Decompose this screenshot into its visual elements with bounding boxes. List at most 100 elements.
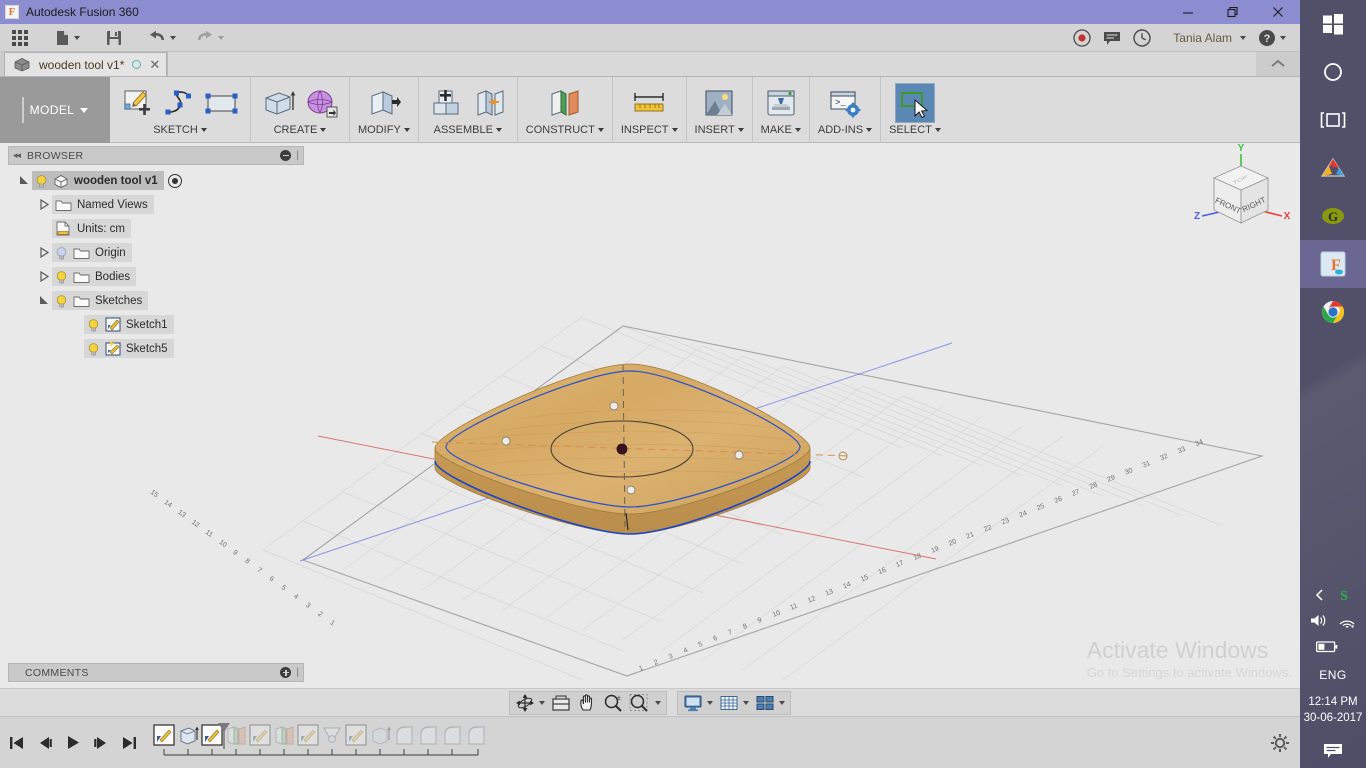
activate-component-radio[interactable]	[167, 173, 182, 188]
tree-row-named-views[interactable]: Named Views	[8, 195, 304, 214]
tree-row-units[interactable]: Units: cm	[8, 219, 304, 238]
tree-row-origin[interactable]: Origin	[8, 243, 304, 262]
comments-icon[interactable]	[1097, 24, 1127, 52]
tree-item-named-views[interactable]: Named Views	[52, 195, 154, 214]
create-sketch-icon[interactable]	[118, 83, 158, 123]
clock-button[interactable]: 12:14 PM 30-06-2017	[1300, 688, 1366, 734]
new-component-icon[interactable]	[427, 83, 467, 123]
timeline-settings-button[interactable]	[1270, 733, 1290, 758]
redo-button[interactable]	[190, 24, 230, 52]
twisty-closed-icon[interactable]	[36, 247, 52, 258]
volume-icon[interactable]	[1310, 613, 1328, 633]
ribbon-group-label[interactable]: CONSTRUCT	[526, 124, 604, 136]
browser-collapse-icon[interactable]: ◂◂	[13, 150, 21, 161]
app-grid-icon[interactable]	[6, 24, 34, 52]
tree-row-sketches[interactable]: Sketches	[8, 291, 304, 310]
fit-button[interactable]	[626, 692, 664, 714]
ribbon-group-label[interactable]: INSPECT	[621, 124, 678, 136]
user-menu[interactable]: Tania Alam	[1157, 24, 1252, 52]
close-tab-icon[interactable]: ✕	[149, 58, 160, 71]
zoom-button[interactable]: ±	[600, 692, 626, 714]
step-forward-button[interactable]	[92, 732, 110, 754]
task-view-button[interactable]	[1300, 96, 1366, 144]
save-button[interactable]	[100, 24, 128, 52]
battery-icon[interactable]	[1315, 640, 1338, 658]
skype-tray-icon[interactable]: S	[1336, 587, 1352, 608]
offset-plane-icon[interactable]	[545, 83, 585, 123]
view-cube[interactable]: Y Z X FRONT RIGHT TOP	[1186, 143, 1296, 248]
tree-item-bodies[interactable]: Bodies	[52, 267, 137, 286]
3d-print-icon[interactable]	[761, 83, 801, 123]
press-pull-icon[interactable]	[364, 83, 404, 123]
extrude-icon[interactable]	[259, 83, 299, 123]
timeline-features[interactable]	[152, 722, 492, 765]
go-to-beginning-button[interactable]	[8, 732, 26, 754]
maximize-button[interactable]	[1210, 0, 1255, 24]
step-back-button[interactable]	[36, 732, 54, 754]
ribbon-group-label[interactable]: ASSEMBLE	[434, 124, 502, 136]
ribbon-group-label[interactable]: INSERT	[695, 124, 744, 136]
green-app-button[interactable]: G	[1300, 192, 1366, 240]
viewports-button[interactable]	[752, 692, 788, 714]
comments-panel[interactable]: COMMENTS |	[8, 663, 304, 682]
input-language-button[interactable]: ENG	[1300, 662, 1366, 688]
ribbon-group-label[interactable]: SKETCH	[153, 124, 207, 136]
workspace-switcher[interactable]: MODEL	[0, 77, 110, 143]
twisty-closed-icon[interactable]	[36, 271, 52, 282]
tree-item-units[interactable]: Units: cm	[52, 219, 131, 238]
timeline-track[interactable]	[152, 722, 492, 765]
measure-icon[interactable]	[629, 83, 669, 123]
add-comment-button[interactable]	[280, 667, 292, 678]
orbit-button[interactable]	[512, 692, 548, 714]
action-center-button[interactable]	[1300, 734, 1366, 768]
browser-minimize-icon[interactable]	[280, 150, 292, 161]
collapse-ribbon-button[interactable]	[1256, 52, 1300, 76]
chrome-taskbar-button[interactable]	[1300, 288, 1366, 336]
network-icon[interactable]	[1338, 613, 1356, 633]
ribbon-group-label[interactable]: SELECT	[889, 124, 941, 136]
tree-item-sketch1[interactable]: Sketch1	[84, 315, 174, 334]
close-button[interactable]	[1255, 0, 1300, 24]
tree-item-sketch5[interactable]: ⚡ Sketch5	[84, 339, 174, 358]
tree-item-origin[interactable]: Origin	[52, 243, 132, 262]
pan-button[interactable]	[574, 692, 600, 714]
autodesk-app-button[interactable]	[1300, 144, 1366, 192]
tree-item-wooden-tool[interactable]: wooden tool v1	[32, 171, 164, 190]
go-to-end-button[interactable]	[120, 732, 138, 754]
grid-snaps-button[interactable]	[716, 692, 752, 714]
record-icon[interactable]	[1067, 24, 1097, 52]
3d-viewport[interactable]: 15 14 13 12 11 10 987 654 321 123 456 789 10…	[0, 143, 1300, 688]
ribbon-group-label[interactable]: MODIFY	[358, 124, 410, 136]
start-button[interactable]	[1300, 0, 1366, 48]
comments-resize-grip[interactable]: |	[296, 667, 299, 678]
fusion360-taskbar-button[interactable]: F	[1300, 240, 1366, 288]
ribbon-group-label[interactable]: ADD-INS	[818, 124, 873, 136]
display-settings-button[interactable]	[680, 692, 716, 714]
sketch-spline-icon[interactable]	[160, 83, 200, 123]
new-file-button[interactable]	[50, 24, 86, 52]
twisty-open-icon[interactable]	[16, 175, 32, 186]
tree-row-bodies[interactable]: Bodies	[8, 267, 304, 286]
scripts-addins-icon[interactable]: >_	[825, 83, 865, 123]
create-form-icon[interactable]	[301, 83, 341, 123]
show-hidden-icons-button[interactable]	[1314, 588, 1326, 607]
tree-item-sketches[interactable]: Sketches	[52, 291, 149, 310]
history-icon[interactable]	[1127, 24, 1157, 52]
play-button[interactable]	[64, 732, 82, 754]
joint-icon[interactable]	[469, 83, 509, 123]
insert-image-icon[interactable]	[699, 83, 739, 123]
cortana-search-button[interactable]	[1300, 48, 1366, 96]
ribbon-group-label[interactable]: CREATE	[274, 124, 327, 136]
twisty-closed-icon[interactable]	[36, 199, 52, 210]
tree-row-sketch1[interactable]: Sketch1	[8, 315, 304, 334]
undo-button[interactable]	[142, 24, 182, 52]
ribbon-group-label[interactable]: MAKE	[761, 124, 801, 136]
tree-row-sketch5[interactable]: ⚡ Sketch5	[8, 339, 304, 358]
browser-resize-grip[interactable]: |	[296, 150, 299, 161]
select-icon[interactable]	[894, 83, 935, 123]
minimize-button[interactable]	[1165, 0, 1210, 24]
look-at-button[interactable]	[548, 692, 574, 714]
twisty-open-icon[interactable]	[36, 295, 52, 306]
tree-row-root[interactable]: wooden tool v1	[8, 171, 304, 190]
help-icon[interactable]: ?	[1252, 24, 1292, 52]
